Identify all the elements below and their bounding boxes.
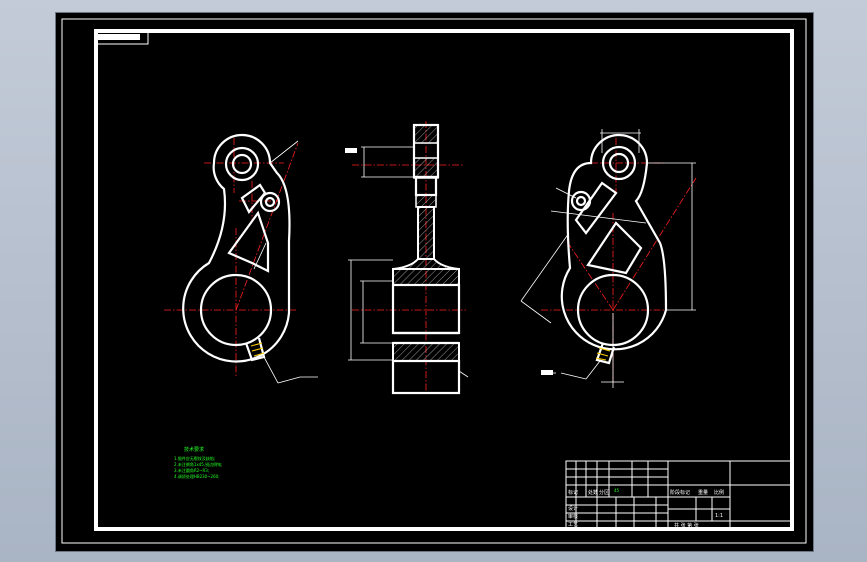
title-block-sheet-label: 共 张 第 张 <box>674 522 699 529</box>
title-block-label: 处数 <box>588 489 598 496</box>
tech-notes-title: 技术要求 <box>184 446 204 453</box>
cad-drawing: 技术要求 1.锻件应无裂纹及缺陷; 2.未注倒角1x45,锐边倒钝; 3.未注圆… <box>61 18 807 544</box>
title-block-material: 45 <box>614 488 620 493</box>
title-block-scale-value: 1:1 <box>715 513 723 519</box>
tech-note: 3.未注圆角R2~R3; <box>174 467 209 473</box>
front-small-hole <box>264 196 276 208</box>
front-view <box>164 133 318 384</box>
title-block-label: 分区 <box>599 489 609 496</box>
drawing-viewport[interactable]: 技术要求 1.锻件应无裂纹及缺陷; 2.未注倒角1x45,锐边倒钝; 3.未注圆… <box>55 12 814 552</box>
rear-small-boss <box>570 190 592 212</box>
tech-note: 1.锻件应无裂纹及缺陷; <box>174 455 215 461</box>
front-outline <box>182 133 291 363</box>
front-inner-window <box>240 183 267 214</box>
rear-small-hole <box>575 195 587 207</box>
front-upper-boss <box>224 146 260 182</box>
title-block-label: 审核 <box>568 513 578 520</box>
title-block-label: 工艺 <box>568 522 578 528</box>
tech-note: 2.未注倒角1x45,锐边倒钝; <box>174 461 222 467</box>
drawing-number-fill <box>98 34 140 40</box>
front-window <box>227 210 270 273</box>
title-block-stage-label: 阶段标记 <box>670 489 690 496</box>
side-view <box>345 121 469 395</box>
title-block-weight-label: 重量 <box>698 489 708 496</box>
front-upper-hole <box>231 153 253 175</box>
tech-notes: 技术要求 1.锻件应无裂纹及缺陷; 2.未注倒角1x45,锐边倒钝; 3.未注圆… <box>174 446 222 479</box>
title-block-scale-label: 比例 <box>714 489 724 496</box>
title-block: 45 标记 处数 分区 设计 审核 工艺 阶段标记 重量 比例 1:1 共 张 … <box>565 460 793 530</box>
title-block-label: 设计 <box>568 505 578 512</box>
rear-view <box>520 129 697 388</box>
title-block-label: 标记 <box>568 489 578 496</box>
rear-outline <box>560 133 668 351</box>
front-keyway <box>244 337 266 362</box>
tech-note: 4.调质处理HB230~260; <box>174 473 220 479</box>
